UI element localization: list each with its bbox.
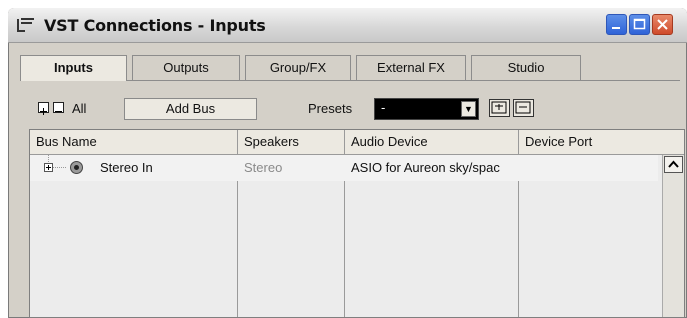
minimize-button[interactable] — [606, 14, 627, 35]
scroll-up-button[interactable] — [664, 156, 683, 173]
speakers-cell: Stereo — [244, 160, 283, 175]
tab-studio[interactable]: Studio — [471, 55, 581, 80]
speaker-icon — [70, 161, 83, 174]
tree-expand-icon[interactable] — [38, 155, 98, 181]
column-header-device-port[interactable]: Device Port — [525, 134, 592, 149]
tab-external-fx[interactable]: External FX — [356, 55, 466, 80]
chevron-down-icon[interactable]: ▼ — [461, 101, 476, 117]
presets-dropdown[interactable]: - ▼ — [374, 98, 479, 120]
bus-name-cell: Stereo In — [100, 160, 153, 175]
minus-icon — [55, 111, 62, 112]
collapse-all-icon[interactable] — [53, 102, 64, 113]
bus-table: Bus Name Speakers Audio Device Device Po… — [29, 129, 685, 318]
store-preset-icon — [491, 101, 507, 114]
title-bar[interactable]: VST Connections - Inputs — [8, 8, 687, 43]
tab-outputs[interactable]: Outputs — [132, 55, 240, 80]
remove-preset-icon — [515, 101, 531, 114]
all-label: All — [72, 101, 87, 116]
store-preset-button[interactable] — [489, 99, 510, 117]
remove-preset-button[interactable] — [513, 99, 534, 117]
window-title: VST Connections - Inputs — [44, 16, 266, 35]
maximize-button[interactable] — [629, 14, 650, 35]
table-row[interactable]: Stereo In Stereo ASIO for Aureon sky/spa… — [30, 155, 658, 181]
column-header-audio-device[interactable]: Audio Device — [351, 134, 428, 149]
app-icon — [17, 18, 34, 32]
column-header-speakers[interactable]: Speakers — [244, 134, 299, 149]
close-icon — [657, 19, 668, 30]
expand-all-icon[interactable] — [38, 102, 49, 115]
presets-label: Presets — [308, 101, 353, 116]
tab-inputs[interactable]: Inputs — [20, 55, 127, 81]
column-header-bus-name[interactable]: Bus Name — [36, 134, 97, 149]
close-button[interactable] — [652, 14, 673, 35]
vst-connections-window: VST Connections - Inputs Inputs Outputs … — [8, 8, 687, 318]
toolbar: All Add Bus Presets - ▼ — [8, 98, 687, 122]
tab-group-fx[interactable]: Group/FX — [245, 55, 351, 80]
chevron-up-icon — [668, 160, 679, 168]
add-bus-button[interactable]: Add Bus — [124, 98, 257, 120]
table-header: Bus Name Speakers Audio Device Device Po… — [30, 130, 684, 155]
presets-value: - — [381, 100, 386, 115]
plus-icon — [40, 108, 47, 115]
maximize-icon — [633, 18, 646, 30]
minimize-icon — [612, 27, 620, 29]
audio-device-cell[interactable]: ASIO for Aureon sky/spac — [351, 160, 516, 175]
vertical-scrollbar[interactable] — [662, 155, 684, 317]
